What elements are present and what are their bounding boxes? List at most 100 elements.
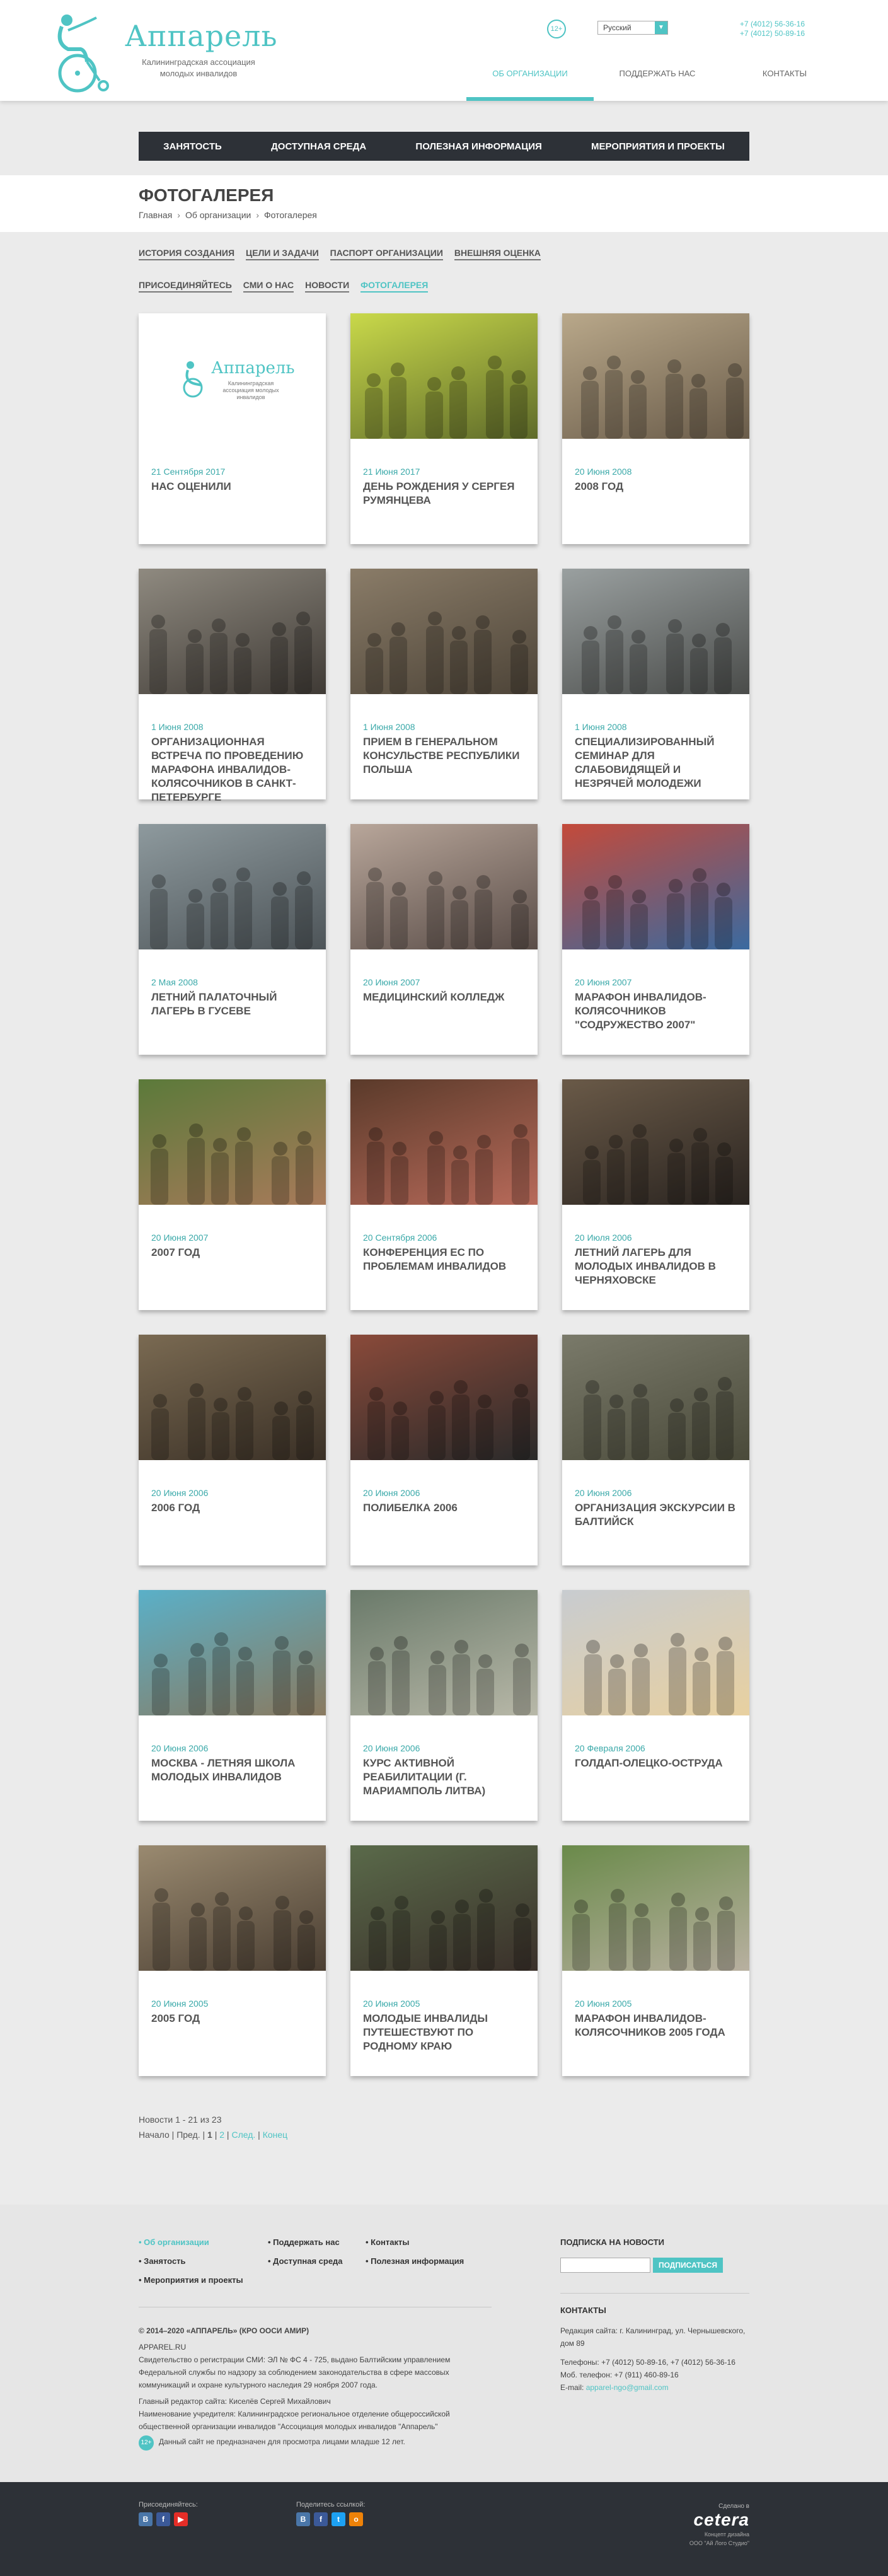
gallery-title[interactable]: Прием в Генеральном Консульстве Республи…	[363, 735, 527, 777]
gallery-photo[interactable]	[562, 1590, 749, 1715]
topnav-support[interactable]: Поддержать нас	[594, 65, 721, 101]
tab-goals[interactable]: Цели и задачи	[246, 248, 319, 260]
gallery-title[interactable]: Летний лагерь для молодых инвалидов в Че…	[575, 1246, 739, 1287]
gallery-title[interactable]: Курс активной реабилитации (г. Мариампол…	[363, 1756, 527, 1798]
gallery-title[interactable]: Летний палаточный лагерь в Гусеве	[151, 990, 315, 1018]
gallery-card[interactable]: 20 Июня 2005 Молодые инвалиды путешествую…	[350, 1845, 538, 2076]
gallery-photo[interactable]	[562, 1079, 749, 1205]
contact-email[interactable]: apparel-ngo@gmail.com	[586, 2383, 669, 2392]
footer-link-useful-info[interactable]: Полезная информация	[366, 2256, 464, 2266]
gallery-photo[interactable]	[350, 313, 538, 439]
gallery-photo[interactable]: Аппарель Калининградская ассоциация молод…	[139, 313, 326, 439]
brand-name[interactable]: Аппарель	[125, 19, 278, 53]
gallery-photo[interactable]	[139, 1845, 326, 1971]
gallery-title[interactable]: Специализированный семинар для слабовидя…	[575, 735, 739, 791]
gallery-title[interactable]: Конференция ЕС по проблемам инвалидов	[363, 1246, 527, 1273]
gallery-title[interactable]: Москва - Летняя школа молодых инвалидов	[151, 1756, 315, 1784]
gallery-card[interactable]: 20 Июня 2006 Москва - Летняя школа молоды…	[139, 1590, 326, 1821]
vk-share-icon[interactable]: В	[296, 2512, 310, 2526]
gallery-title[interactable]: День рождения у Сергея Румянцева	[363, 480, 527, 508]
gallery-card[interactable]: 20 Июня 2007 Марафон инвалидов-колясочник…	[562, 824, 749, 1055]
tab-history[interactable]: История создания	[139, 248, 235, 260]
gallery-photo[interactable]	[350, 824, 538, 949]
gallery-photo[interactable]	[139, 1590, 326, 1715]
section-nav-employment[interactable]: Занятость	[163, 141, 222, 152]
gallery-title[interactable]: Голдап-Олецко-Оструда	[575, 1756, 739, 1770]
gallery-card[interactable]: 1 Июня 2008 Организационная встреча по пр…	[139, 569, 326, 803]
section-nav-accessibility[interactable]: Доступная среда	[271, 141, 366, 152]
gallery-card[interactable]: 20 Сентября 2006 Конференция ЕС по пробле…	[350, 1079, 538, 1310]
gallery-photo[interactable]	[350, 1335, 538, 1460]
footer-link-events[interactable]: Мероприятия и проекты	[139, 2275, 243, 2285]
footer-link-support[interactable]: Поддержать нас	[268, 2237, 340, 2247]
footer-link-accessibility[interactable]: Доступная среда	[268, 2256, 343, 2266]
breadcrumb-home[interactable]: Главная	[139, 210, 172, 220]
section-nav-useful-info[interactable]: Полезная информация	[415, 141, 541, 152]
gallery-photo[interactable]	[350, 1590, 538, 1715]
topnav-contacts[interactable]: Контакты	[721, 65, 848, 101]
phone-2[interactable]: +7 (4012) 50-89-16	[740, 29, 805, 38]
language-select[interactable]: Русский ▼	[597, 21, 668, 35]
gallery-photo[interactable]	[139, 824, 326, 949]
pager-next[interactable]: След.	[231, 2130, 255, 2140]
gallery-photo[interactable]	[139, 1335, 326, 1460]
phone-1[interactable]: +7 (4012) 56-36-16	[740, 20, 805, 29]
footer-link-contacts[interactable]: Контакты	[366, 2237, 409, 2247]
gallery-photo[interactable]	[562, 569, 749, 694]
gallery-card[interactable]: 20 Июля 2006 Летний лагерь для молодых ин…	[562, 1079, 749, 1310]
gallery-photo[interactable]	[562, 1845, 749, 1971]
gallery-card[interactable]: 20 Июня 2006 2006 год	[139, 1335, 326, 1565]
pager-page-2[interactable]: 2	[219, 2130, 224, 2140]
gallery-card[interactable]: Аппарель Калининградская ассоциация молод…	[139, 313, 326, 544]
gallery-card[interactable]: 2 Мая 2008 Летний палаточный лагерь в Гус…	[139, 824, 326, 1055]
gallery-card[interactable]: 20 Июня 2005 2005 год	[139, 1845, 326, 2076]
gallery-photo[interactable]	[562, 824, 749, 949]
gallery-title[interactable]: Полибелка 2006	[363, 1501, 527, 1515]
gallery-card[interactable]: 20 Июня 2006 Полибелка 2006	[350, 1335, 538, 1565]
tab-media[interactable]: СМИ о нас	[243, 280, 294, 293]
section-nav-events[interactable]: Мероприятия и проекты	[591, 141, 725, 152]
gallery-title[interactable]: Организационная встреча по проведению ма…	[151, 735, 315, 804]
gallery-photo[interactable]	[562, 1335, 749, 1460]
gallery-card[interactable]: 20 Июня 2007 2007 год	[139, 1079, 326, 1310]
gallery-card[interactable]: 20 Июня 2007 Медицинский колледж	[350, 824, 538, 1055]
gallery-title[interactable]: Организация экскурсии в Балтийск	[575, 1501, 739, 1529]
gallery-card[interactable]: 1 Июня 2008 Прием в Генеральном Консульст…	[350, 569, 538, 799]
pager-end[interactable]: Конец	[263, 2130, 287, 2140]
topnav-about[interactable]: Об организации	[466, 65, 594, 101]
subscribe-email-input[interactable]	[560, 2258, 650, 2273]
gallery-title[interactable]: Молодые инвалиды путешествуют по родному…	[363, 2012, 527, 2053]
gallery-title[interactable]: Марафон инвалидов-колясочников 2005 года	[575, 2012, 739, 2039]
gallery-photo[interactable]	[350, 569, 538, 694]
gallery-title[interactable]: Нас оценили	[151, 480, 315, 494]
gallery-photo[interactable]	[139, 1079, 326, 1205]
gallery-title[interactable]: Медицинский колледж	[363, 990, 527, 1004]
gallery-title[interactable]: 2007 год	[151, 1246, 315, 1260]
facebook-share-icon[interactable]: f	[314, 2512, 328, 2526]
cetera-logo[interactable]: cetera	[689, 2510, 749, 2530]
gallery-title[interactable]: Марафон инвалидов-колясочников "Содружес…	[575, 990, 739, 1032]
gallery-title[interactable]: 2008 год	[575, 480, 739, 494]
breadcrumb-about[interactable]: Об организации	[185, 210, 251, 220]
facebook-icon[interactable]: f	[156, 2512, 170, 2526]
gallery-card[interactable]: 20 Июня 2008 2008 год	[562, 313, 749, 544]
gallery-card[interactable]: 1 Июня 2008 Специализированный семинар дл…	[562, 569, 749, 799]
gallery-photo[interactable]	[562, 313, 749, 439]
footer-link-about[interactable]: Об организации	[139, 2237, 209, 2247]
gallery-card[interactable]: 20 Февраля 2006 Голдап-Олецко-Оструда	[562, 1590, 749, 1821]
vk-icon[interactable]: В	[139, 2512, 153, 2526]
tab-news[interactable]: Новости	[305, 280, 350, 293]
gallery-photo[interactable]	[350, 1079, 538, 1205]
gallery-photo[interactable]	[139, 569, 326, 694]
tab-join[interactable]: Присоединяйтесь	[139, 280, 232, 293]
gallery-card[interactable]: 20 Июня 2006 Курс активной реабилитации (…	[350, 1590, 538, 1821]
gallery-photo[interactable]	[350, 1845, 538, 1971]
footer-link-employment[interactable]: Занятость	[139, 2256, 186, 2266]
twitter-share-icon[interactable]: t	[332, 2512, 345, 2526]
odnoklassniki-share-icon[interactable]: о	[349, 2512, 363, 2526]
gallery-title[interactable]: 2005 год	[151, 2012, 315, 2026]
tab-passport[interactable]: Паспорт организации	[330, 248, 443, 260]
tab-gallery[interactable]: Фотогалерея	[360, 280, 429, 293]
youtube-icon[interactable]: ▶	[174, 2512, 188, 2526]
subscribe-button[interactable]: Подписаться	[653, 2258, 723, 2273]
